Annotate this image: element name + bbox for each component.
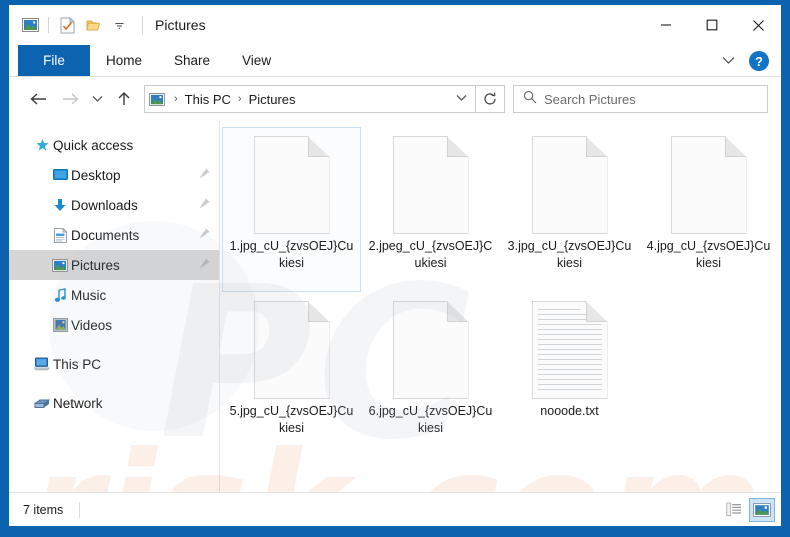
file-name: 1.jpg_cU_{zvsOEJ}Cukiesi — [229, 239, 354, 270]
help-icon[interactable]: ? — [749, 51, 769, 71]
file-name: 2.jpeg_cU_{zvsOEJ}Cukiesi — [368, 239, 493, 270]
pin-icon[interactable] — [198, 227, 211, 243]
status-bar: 7 items — [9, 492, 781, 526]
large-icons-view-button[interactable] — [749, 497, 775, 522]
chevron-down-icon[interactable] — [714, 54, 743, 68]
recent-locations-button[interactable] — [86, 84, 108, 114]
sidebar-item-documents[interactable]: Documents — [9, 220, 219, 250]
breadcrumb-this-pc[interactable]: This PC — [183, 92, 233, 107]
window-controls — [643, 5, 781, 45]
network-icon — [31, 396, 53, 410]
star-pin-icon — [31, 138, 53, 153]
sidebar-item-pictures[interactable]: Pictures — [9, 250, 219, 280]
blank-file-icon — [392, 136, 469, 234]
qat-divider-1 — [48, 17, 49, 33]
sidebar-item-label: Quick access — [53, 137, 134, 153]
downloads-arrow-icon — [49, 198, 71, 213]
blank-file-icon — [392, 301, 469, 399]
search-icon — [523, 90, 537, 109]
tab-view[interactable]: View — [226, 45, 287, 76]
pin-icon[interactable] — [198, 167, 211, 183]
blank-file-icon — [670, 136, 747, 234]
search-box[interactable]: Search Pictures — [513, 85, 768, 113]
file-name: 6.jpg_cU_{zvsOEJ}Cukiesi — [368, 404, 493, 435]
file-list-pane[interactable]: 1.jpg_cU_{zvsOEJ}Cukiesi 2.jpeg_cU_{zvsO… — [220, 121, 781, 492]
sidebar-item-label: Pictures — [71, 257, 120, 273]
ribbon-tab-bar: File Home Share View ? — [9, 45, 781, 77]
file-name: 5.jpg_cU_{zvsOEJ}Cukiesi — [229, 404, 354, 435]
pin-icon[interactable] — [198, 257, 211, 273]
window-title: Pictures — [142, 16, 206, 34]
sidebar-item-label: Downloads — [71, 197, 138, 213]
file-grid: 1.jpg_cU_{zvsOEJ}Cukiesi 2.jpeg_cU_{zvsO… — [220, 127, 781, 457]
file-item[interactable]: 4.jpg_cU_{zvsOEJ}Cukiesi — [639, 127, 778, 292]
this-pc-icon — [31, 357, 53, 371]
explorer-body: Quick access Desktop Downloads Documents… — [9, 121, 781, 492]
properties-icon[interactable] — [54, 12, 80, 38]
breadcrumb-separator-1[interactable]: › — [233, 93, 247, 105]
tab-file[interactable]: File — [18, 45, 90, 76]
sidebar-item-this-pc[interactable]: This PC — [9, 349, 219, 379]
pictures-folder-icon[interactable] — [17, 12, 43, 38]
breadcrumb-pictures-icon — [145, 92, 169, 106]
file-item[interactable]: 1.jpg_cU_{zvsOEJ}Cukiesi — [222, 127, 361, 292]
file-name: 4.jpg_cU_{zvsOEJ}Cukiesi — [646, 239, 771, 270]
status-divider — [79, 501, 81, 518]
minimize-button[interactable] — [643, 9, 689, 41]
sidebar-item-videos[interactable]: Videos — [9, 310, 219, 340]
back-button[interactable] — [22, 84, 54, 114]
file-explorer-window: Pictures File Home Share View ? › This P… — [9, 5, 781, 526]
sidebar-item-label: Music — [71, 287, 107, 303]
text-file-icon — [531, 301, 608, 399]
blank-file-icon — [253, 136, 330, 234]
sidebar-item-downloads[interactable]: Downloads — [9, 190, 219, 220]
sidebar-item-label: Documents — [71, 227, 140, 243]
address-dropdown-icon[interactable] — [447, 93, 475, 105]
pictures-icon — [49, 258, 71, 272]
close-button[interactable] — [735, 9, 781, 41]
sidebar-item-label: This PC — [53, 356, 102, 372]
customize-dropdown-icon[interactable] — [106, 12, 132, 38]
search-input[interactable]: Search Pictures — [544, 92, 636, 107]
sidebar-item-quick-access[interactable]: Quick access — [9, 130, 219, 160]
title-bar: Pictures — [9, 5, 781, 45]
tab-home[interactable]: Home — [90, 45, 158, 76]
new-folder-icon[interactable] — [80, 12, 106, 38]
maximize-button[interactable] — [689, 9, 735, 41]
sidebar-item-label: Videos — [71, 317, 113, 333]
file-item[interactable]: 5.jpg_cU_{zvsOEJ}Cukiesi — [222, 292, 361, 457]
item-count-label: 7 items — [23, 502, 64, 517]
music-note-icon — [49, 287, 71, 303]
sidebar-item-network[interactable]: Network — [9, 388, 219, 418]
breadcrumb-pictures[interactable]: Pictures — [247, 92, 298, 107]
sidebar-item-desktop[interactable]: Desktop — [9, 160, 219, 190]
refresh-button[interactable] — [475, 85, 505, 113]
file-item[interactable]: 3.jpg_cU_{zvsOEJ}Cukiesi — [500, 127, 639, 292]
up-button[interactable] — [108, 84, 140, 114]
breadcrumb-separator-0[interactable]: › — [169, 93, 183, 105]
file-item[interactable]: 6.jpg_cU_{zvsOEJ}Cukiesi — [361, 292, 500, 457]
blank-file-icon — [531, 136, 608, 234]
file-name: 3.jpg_cU_{zvsOEJ}Cukiesi — [507, 239, 632, 270]
address-bar-row: › This PC › Pictures Search Pictures — [9, 77, 781, 121]
view-mode-buttons — [721, 497, 775, 522]
file-item[interactable]: 2.jpeg_cU_{zvsOEJ}Cukiesi — [361, 127, 500, 292]
forward-button[interactable] — [54, 84, 86, 114]
ribbon-right-controls: ? — [714, 45, 775, 77]
file-name: nooode.txt — [540, 404, 599, 418]
sidebar-item-label: Desktop — [71, 167, 121, 183]
file-item[interactable]: nooode.txt — [500, 292, 639, 457]
quick-access-toolbar — [9, 12, 132, 38]
blank-file-icon — [253, 301, 330, 399]
sidebar-item-label: Network — [53, 395, 103, 411]
videos-icon — [49, 318, 71, 332]
sidebar-item-music[interactable]: Music — [9, 280, 219, 310]
address-bar[interactable]: › This PC › Pictures — [144, 85, 476, 113]
documents-icon — [49, 227, 71, 243]
pin-icon[interactable] — [198, 197, 211, 213]
navigation-pane: Quick access Desktop Downloads Documents… — [9, 121, 220, 492]
tab-share[interactable]: Share — [158, 45, 226, 76]
desktop-icon — [49, 168, 71, 182]
details-view-button[interactable] — [721, 498, 747, 522]
